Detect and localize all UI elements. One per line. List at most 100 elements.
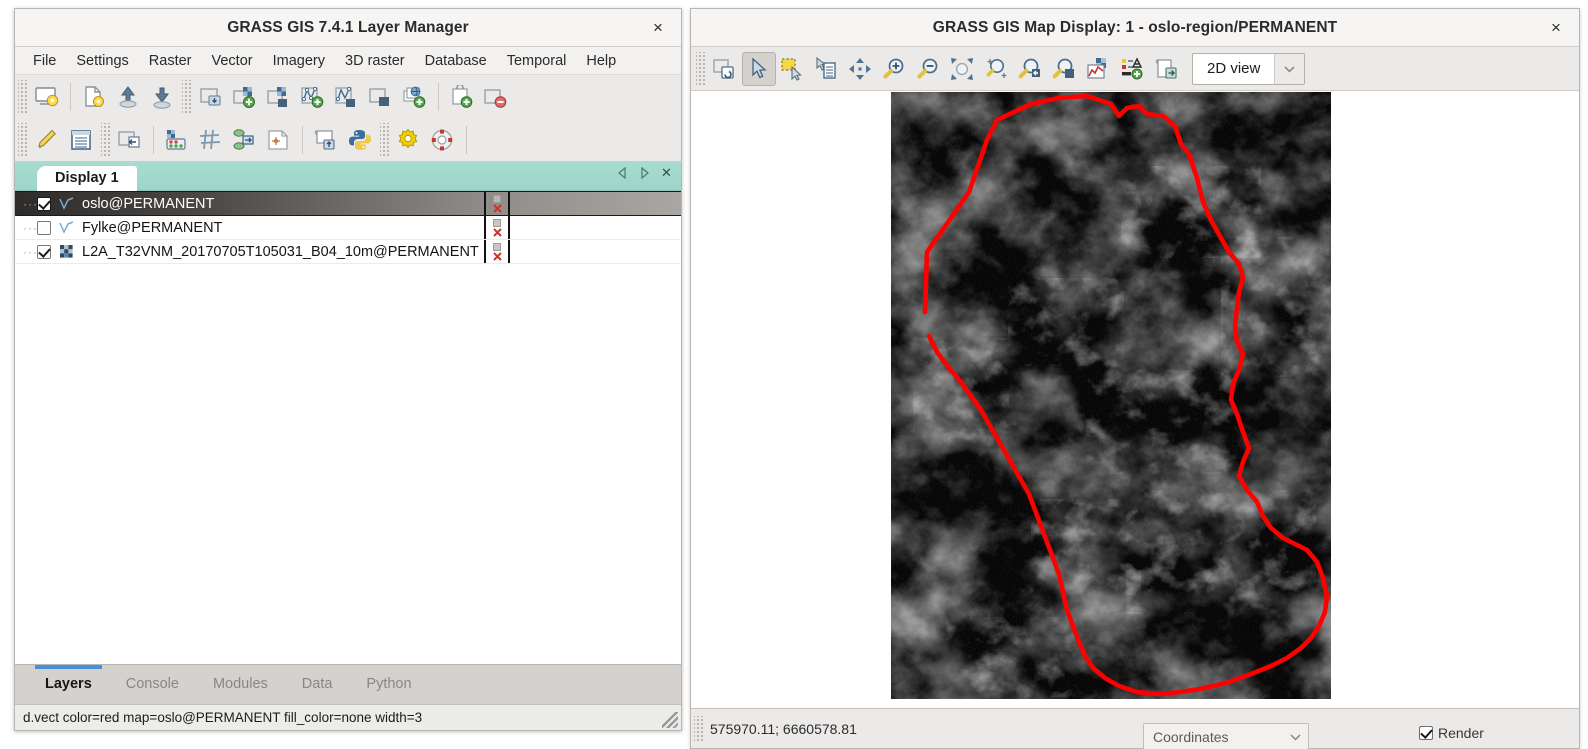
view-mode-select[interactable]: 2D view (1192, 52, 1306, 85)
toolbar-grip-icon[interactable] (101, 122, 110, 157)
table-row[interactable]: ···· Fylke@PERMANENT (15, 216, 681, 240)
tab-console[interactable]: Console (110, 666, 195, 703)
pointer-icon[interactable] (742, 51, 776, 86)
remove-layer-icon[interactable] (479, 80, 513, 114)
layer-visibility-checkbox[interactable] (37, 220, 51, 235)
layer-manager-statusbar: d.vect color=red map=oslo@PERMANENT fill… (15, 704, 681, 730)
edit-vector-maps-icon[interactable] (30, 123, 64, 157)
zoom-to-computational-region-icon[interactable] (980, 52, 1014, 86)
python-shell-icon[interactable] (343, 123, 377, 157)
query-raster-vector-icon[interactable] (810, 52, 844, 86)
layer-opacity-cell[interactable] (484, 240, 510, 263)
layer-visibility-checkbox[interactable] (37, 244, 51, 259)
cartographic-composer-icon[interactable] (262, 123, 296, 157)
import-raster-data-icon[interactable] (194, 80, 228, 114)
save-workspace-icon[interactable] (145, 80, 179, 114)
toolbar-grip-icon[interactable] (380, 122, 389, 157)
resize-grip-icon[interactable] (662, 712, 678, 728)
tab-modules[interactable]: Modules (197, 666, 284, 703)
settings-icon[interactable] (392, 123, 426, 157)
start-new-map-display-icon[interactable] (30, 80, 64, 114)
tree-connector: ···· (23, 196, 43, 211)
map-display-titlebar: GRASS GIS Map Display: 1 - oslo-region/P… (691, 9, 1579, 47)
menu-settings[interactable]: Settings (66, 50, 138, 72)
map-canvas[interactable] (691, 91, 1579, 708)
add-vector-layer-icon[interactable] (296, 80, 330, 114)
tab-display-1[interactable]: Display 1 (37, 166, 137, 191)
layer-manager-window: GRASS GIS 7.4.1 Layer Manager × File Set… (14, 8, 682, 731)
table-row[interactable]: ···· oslo@PERMANENT (15, 191, 681, 216)
status-command-text: d.vect color=red map=oslo@PERMANENT fill… (23, 710, 423, 725)
toolbar-grip-icon[interactable] (18, 79, 27, 114)
layer-manager-title: GRASS GIS 7.4.1 Layer Manager (227, 18, 469, 36)
menu-file[interactable]: File (23, 50, 66, 72)
toolbar-grip-icon[interactable] (696, 51, 705, 86)
open-existing-workspace-icon[interactable] (111, 80, 145, 114)
layer-opacity-cell[interactable] (484, 192, 510, 215)
close-icon[interactable]: × (645, 15, 671, 41)
menubar: File Settings Raster Vector Imagery 3D r… (15, 47, 681, 75)
toolbar-grip-icon[interactable] (182, 79, 191, 114)
help-icon[interactable] (426, 123, 460, 157)
raster-layer-icon (57, 244, 77, 260)
menu-database[interactable]: Database (415, 50, 497, 72)
menu-3d-raster[interactable]: 3D raster (335, 50, 415, 72)
next-display-icon[interactable] (638, 165, 651, 181)
close-icon[interactable]: × (1543, 15, 1569, 41)
tab-data[interactable]: Data (286, 666, 349, 703)
tab-python[interactable]: Python (350, 666, 427, 703)
zoom-to-selected-icon[interactable] (946, 52, 980, 86)
tab-layers[interactable]: Layers (29, 665, 108, 703)
render-checkbox[interactable]: Render (1419, 725, 1484, 741)
raster-map-calculator-icon[interactable] (160, 123, 194, 157)
pan-icon[interactable] (844, 52, 878, 86)
select-features-icon[interactable] (776, 52, 810, 86)
satellite-raster-svg (891, 92, 1331, 699)
zoom-to-map-icon[interactable] (1048, 52, 1082, 86)
chevron-down-icon[interactable] (1282, 733, 1308, 741)
menu-raster[interactable]: Raster (139, 50, 202, 72)
add-group-icon[interactable] (398, 80, 432, 114)
add-raster-layer-icon[interactable] (228, 80, 262, 114)
display-tab-controls: ✕ (616, 165, 673, 181)
layer-tree[interactable]: ···· oslo@PERMANENT ···· Fylke@PERMANENT… (15, 191, 681, 664)
zoom-in-icon[interactable] (878, 52, 912, 86)
add-command-layer-icon[interactable] (445, 80, 479, 114)
create-new-workspace-icon[interactable] (77, 80, 111, 114)
layer-name: L2A_T32VNM_20170705T105031_B04_10m@PERMA… (82, 243, 479, 260)
layer-visibility-checkbox[interactable] (37, 196, 51, 211)
menu-help[interactable]: Help (576, 50, 626, 72)
vector-layer-icon (57, 196, 77, 212)
raster-layer-image (891, 92, 1331, 699)
display-map-icon[interactable] (708, 52, 742, 86)
table-row[interactable]: ···· L2A_T32VNM_20170705T105031_B04_10m@… (15, 240, 681, 264)
save-display-to-file-icon[interactable] (1150, 52, 1184, 86)
opacity-swatch-icon (493, 242, 501, 251)
add-web-service-layer-icon[interactable] (364, 80, 398, 114)
add-map-elements-icon[interactable] (1116, 52, 1150, 86)
analyze-map-icon[interactable] (1082, 52, 1116, 86)
launch-script-icon[interactable] (309, 123, 343, 157)
render-checkbox-box[interactable] (1419, 726, 1433, 740)
display-tabbar: Display 1 ✕ (15, 161, 681, 191)
add-various-vector-layers-icon[interactable] (330, 80, 364, 114)
raster-map-calculator-launch-icon[interactable] (113, 123, 147, 157)
show-attribute-table-icon[interactable] (64, 123, 98, 157)
prev-display-icon[interactable] (616, 165, 629, 181)
zoom-out-icon[interactable] (912, 52, 946, 86)
menu-vector[interactable]: Vector (202, 50, 263, 72)
close-display-icon[interactable]: ✕ (660, 165, 673, 181)
zoom-back-icon[interactable] (1014, 52, 1048, 86)
georectifier-icon[interactable] (194, 123, 228, 157)
graphical-modeler-icon[interactable] (228, 123, 262, 157)
add-various-raster-layers-icon[interactable] (262, 80, 296, 114)
menu-temporal[interactable]: Temporal (497, 50, 577, 72)
menu-imagery[interactable]: Imagery (263, 50, 335, 72)
bottom-tabbar: Layers Console Modules Data Python (15, 664, 681, 704)
status-mode-select[interactable]: Coordinates (1143, 723, 1309, 749)
vector-layer-icon (57, 220, 77, 236)
chevron-down-icon[interactable] (1274, 53, 1305, 84)
toolbar-grip-icon[interactable] (18, 122, 27, 157)
layer-opacity-cell[interactable] (484, 216, 510, 239)
statusbar-grip-icon[interactable] (694, 715, 703, 742)
